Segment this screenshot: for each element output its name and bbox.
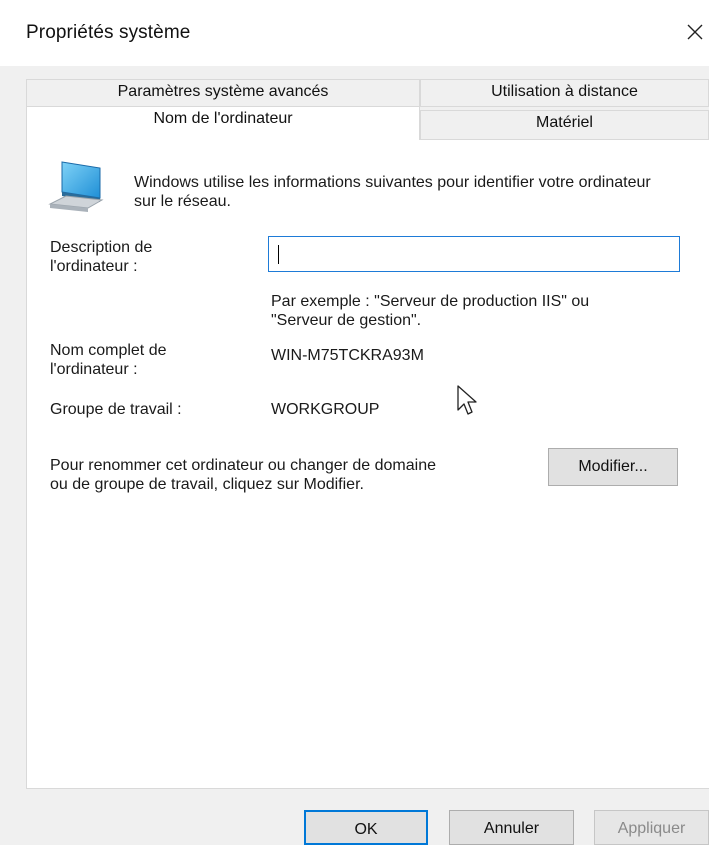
tab-label: Nom de l'ordinateur xyxy=(153,110,293,127)
computer-icon xyxy=(48,161,104,212)
close-button[interactable] xyxy=(680,14,709,50)
apply-button[interactable]: Appliquer xyxy=(594,810,709,845)
tab-label: Utilisation à distance xyxy=(491,83,638,100)
workgroup-value: WORKGROUP xyxy=(271,401,380,418)
tab-label: Matériel xyxy=(536,114,593,131)
window-title: Propriétés système xyxy=(26,22,191,43)
tab-hardware[interactable]: Matériel xyxy=(420,110,709,140)
rename-instructions: Pour renommer cet ordinateur ou changer … xyxy=(50,457,436,493)
modify-button[interactable]: Modifier... xyxy=(548,448,678,486)
workgroup-label: Groupe de travail : xyxy=(50,401,182,418)
text-caret xyxy=(278,245,279,264)
description-example: Par exemple : "Serveur de production IIS… xyxy=(271,293,590,329)
tab-remote-usage[interactable]: Utilisation à distance xyxy=(420,79,709,107)
intro-text: Windows utilise les informations suivant… xyxy=(134,174,651,210)
full-name-label: Nom complet de l'ordinateur : xyxy=(50,342,167,378)
cancel-button[interactable]: Annuler xyxy=(449,810,574,845)
full-computer-name-value: WIN-M75TCKRA93M xyxy=(271,347,424,364)
title-bar: Propriétés système xyxy=(0,0,709,66)
ok-button[interactable]: OK xyxy=(304,810,428,845)
mouse-cursor-icon xyxy=(457,385,477,415)
tab-advanced-settings[interactable]: Paramètres système avancés xyxy=(26,79,420,107)
description-label: Description de l'ordinateur : xyxy=(50,239,153,275)
computer-description-input[interactable] xyxy=(268,236,680,272)
close-icon xyxy=(687,24,703,40)
tab-label: Paramètres système avancés xyxy=(117,83,329,100)
tab-computer-name[interactable]: Nom de l'ordinateur xyxy=(26,106,420,140)
